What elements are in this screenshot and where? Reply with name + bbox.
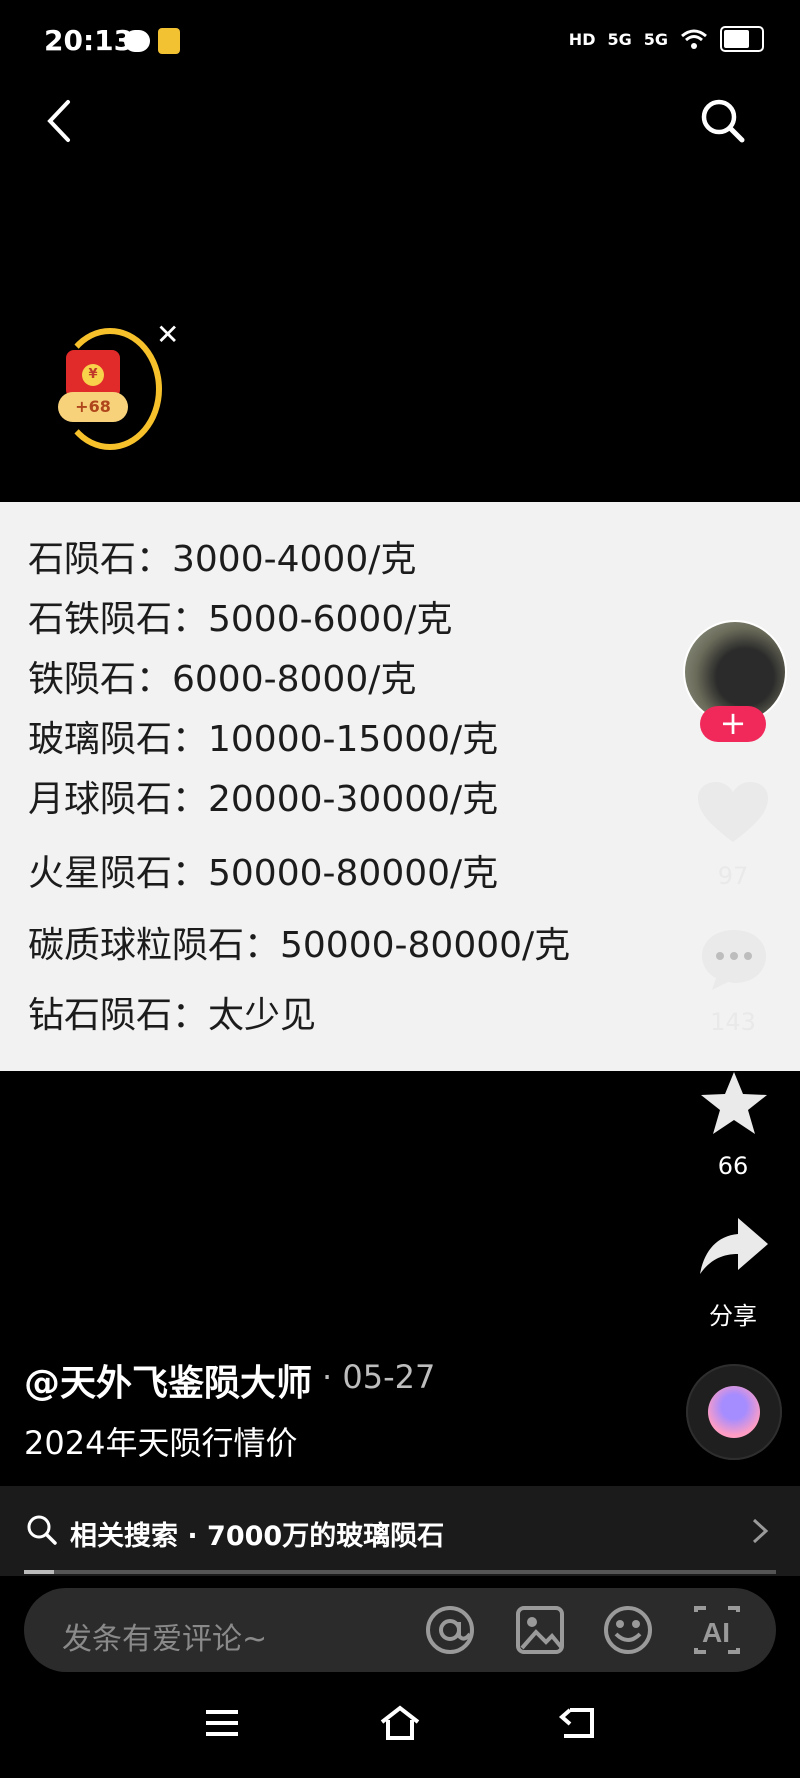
wifi-icon [681,29,707,49]
price-list-panel: 石陨石：3000-4000/克 石铁陨石：5000-6000/克 铁陨石：600… [0,502,800,1071]
favorite-count: 66 [717,1152,749,1180]
share-label[interactable]: 分享 [688,1296,778,1331]
price-row: 月球陨石：20000-30000/克 [28,779,499,820]
home-icon[interactable] [378,1704,422,1742]
svg-text:AI: AI [702,1617,730,1648]
search-icon[interactable] [698,96,748,146]
post-caption: 2024年天陨行情价 [24,1424,298,1462]
hd-indicator: HD [568,29,596,49]
price-row: 石铁陨石：5000-6000/克 [28,599,453,640]
battery-icon [720,26,764,52]
status-icons: HD 5G 5G [569,26,764,52]
price-row: 铁陨石：6000-8000/克 [28,659,417,700]
heart-icon[interactable] [696,780,770,846]
emoji-icon[interactable] [602,1604,654,1656]
comment-count: 143 [710,1008,756,1036]
coin-icon: ¥ [82,364,104,386]
star-icon[interactable] [698,1070,770,1138]
like-count: 97 [717,862,749,890]
price-row: 碳质球粒陨石：50000-80000/克 [28,925,571,966]
signal-5g-2: 5G [643,29,668,49]
app-notification-icon [158,28,180,54]
price-row: 石陨石：3000-4000/克 [28,539,417,580]
price-row: 钻石陨石：太少见 [28,995,317,1036]
chevron-right-icon [752,1518,769,1544]
music-cover [708,1386,760,1438]
back-icon[interactable] [40,96,80,146]
comment-placeholder[interactable]: 发条有爱评论~ [62,1614,267,1658]
post-date: · 05-27 [322,1358,436,1396]
image-icon[interactable] [514,1604,566,1656]
author-name[interactable]: @天外飞鉴陨大师 [24,1354,312,1406]
menu-icon[interactable] [202,1706,242,1740]
close-icon[interactable]: ✕ [156,318,179,351]
price-row: 玻璃陨石：10000-15000/克 [28,719,499,760]
status-time: 20:13 [44,24,134,57]
signal-5g-1: 5G [607,29,632,49]
back-nav-icon[interactable] [558,1704,598,1742]
ai-icon[interactable]: AI [690,1604,744,1656]
related-search-icon [27,1515,57,1545]
mention-icon[interactable] [424,1604,476,1656]
chat-notification-icon [124,30,150,52]
related-search-text[interactable]: 相关搜索 · 7000万的玻璃陨石 [70,1514,444,1553]
price-row: 火星陨石：50000-80000/克 [28,853,499,894]
video-progress-fill [24,1570,55,1574]
follow-button[interactable]: + [700,706,766,742]
comment-icon[interactable] [698,926,770,994]
video-progress-track[interactable] [24,1570,776,1574]
packet-badge: +68 [58,392,128,422]
share-icon[interactable] [698,1216,770,1278]
